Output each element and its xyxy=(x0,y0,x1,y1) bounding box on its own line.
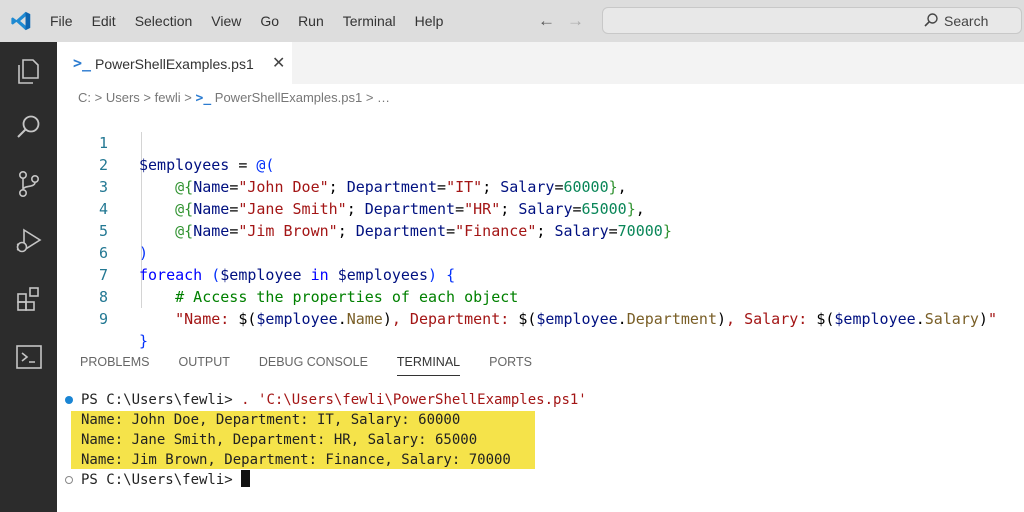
code-line: 3 @{Name="Jane Smith"; Department="HR"; … xyxy=(57,154,645,218)
tab-output[interactable]: OUTPUT xyxy=(178,355,229,376)
code-text: @{Name="John Doe"; Department="IT"; Sala… xyxy=(175,178,627,196)
command-center-search[interactable]: Search xyxy=(602,7,1022,34)
terminal-prompt: PS C:\Users\fewli> xyxy=(81,392,242,408)
chevron-right-icon: > xyxy=(143,90,155,105)
tab-label: PowerShellExamples.ps1 xyxy=(95,56,254,72)
menu-terminal[interactable]: Terminal xyxy=(343,13,396,29)
code-line: 4 @{Name="Jim Brown"; Department="Financ… xyxy=(57,176,672,240)
code-text: "Name: $($employee.Name), Department: $(… xyxy=(175,310,997,328)
vscode-logo-icon xyxy=(11,11,31,31)
code-text: $employees = @( xyxy=(139,156,275,174)
breadcrumb-item[interactable]: fewli xyxy=(155,90,181,105)
run-debug-icon[interactable] xyxy=(14,226,44,256)
breadcrumb-item[interactable]: … xyxy=(377,90,390,105)
terminal-command: . 'C:\Users\fewli\PowerShellExamples.ps1… xyxy=(241,392,587,408)
code-text: ) xyxy=(139,244,149,262)
code-line: 8 "Name: $($employee.Name), Department: … xyxy=(57,264,997,328)
menu-selection[interactable]: Selection xyxy=(135,13,193,29)
terminal-output-line: Name: Jim Brown, Department: Finance, Sa… xyxy=(81,452,511,468)
back-arrow-icon[interactable]: ← xyxy=(538,11,555,30)
terminal-output-line: Name: Jane Smith, Department: HR, Salary… xyxy=(81,432,478,448)
breadcrumb-item[interactable]: C: xyxy=(78,90,91,105)
code-line: 7 # Access the properties of each object xyxy=(57,242,518,306)
close-icon[interactable]: ✕ xyxy=(272,53,285,73)
line-number: 9 xyxy=(98,310,108,328)
panel-tabs: PROBLEMS OUTPUT DEBUG CONSOLE TERMINAL P… xyxy=(80,355,561,376)
menu-help[interactable]: Help xyxy=(415,13,444,29)
chevron-right-icon: > xyxy=(94,90,106,105)
activity-bar xyxy=(0,42,57,512)
tab-problems[interactable]: PROBLEMS xyxy=(80,355,149,376)
terminal-command-line: PS C:\Users\fewli> . 'C:\Users\fewli\Pow… xyxy=(81,390,587,410)
menu-edit[interactable]: Edit xyxy=(92,13,116,29)
code-editor[interactable]: 1 $employees = @( 2 @{Name="John Doe"; D… xyxy=(57,110,1024,350)
menu-view[interactable]: View xyxy=(211,13,241,29)
tab-powershell-examples[interactable]: >_ PowerShellExamples.ps1 ✕ xyxy=(57,42,292,84)
code-line: 9 } xyxy=(57,286,148,350)
menu-go[interactable]: Go xyxy=(260,13,279,29)
terminal-icon[interactable] xyxy=(14,342,44,372)
breadcrumb-item[interactable]: Users xyxy=(106,90,140,105)
code-line: 1 $employees = @( xyxy=(57,110,275,174)
code-line: 6 foreach ($employee in $employees) { xyxy=(57,220,455,284)
explorer-icon[interactable] xyxy=(14,56,44,86)
menu-file[interactable]: File xyxy=(50,13,73,29)
terminal-output-line: Name: John Doe, Department: IT, Salary: … xyxy=(81,412,461,428)
code-text: @{Name="Jim Brown"; Department="Finance"… xyxy=(175,222,672,240)
tab-debug-console[interactable]: DEBUG CONSOLE xyxy=(259,355,368,376)
search-icon xyxy=(924,13,938,27)
powershell-file-icon: >_ xyxy=(73,54,92,72)
title-bar: File Edit Selection View Go Run Terminal… xyxy=(0,0,1024,42)
tab-ports[interactable]: PORTS xyxy=(489,355,532,376)
menu-bar: File Edit Selection View Go Run Terminal… xyxy=(50,0,462,42)
code-text: } xyxy=(139,332,149,350)
code-line: 2 @{Name="John Doe"; Department="IT"; Sa… xyxy=(57,132,627,196)
code-text: # Access the properties of each object xyxy=(175,288,519,306)
powershell-file-icon: >_ xyxy=(195,91,212,106)
breadcrumb: C: > Users > fewli > >_ PowerShellExampl… xyxy=(78,90,390,106)
breadcrumb-item[interactable]: PowerShellExamples.ps1 xyxy=(215,90,362,105)
terminal-prompt: PS C:\Users\fewli> xyxy=(81,472,242,488)
editor-tab-bar: >_ PowerShellExamples.ps1 ✕ xyxy=(57,42,1024,84)
chevron-right-icon: > xyxy=(365,90,378,105)
menu-run[interactable]: Run xyxy=(298,13,324,29)
command-pending-icon[interactable] xyxy=(65,476,73,484)
source-control-icon[interactable] xyxy=(14,169,44,199)
code-line: 5 ) xyxy=(57,198,148,262)
command-success-icon[interactable] xyxy=(65,396,73,404)
extensions-icon[interactable] xyxy=(14,284,44,314)
search-label: Search xyxy=(944,13,989,29)
nav-arrows: ← → xyxy=(538,11,584,31)
forward-arrow-icon[interactable]: → xyxy=(567,11,584,30)
terminal-cursor xyxy=(241,470,251,487)
terminal-prompt-line: PS C:\Users\fewli> xyxy=(81,470,251,490)
code-text: foreach ($employee in $employees) { xyxy=(139,266,456,284)
chevron-right-icon: > xyxy=(184,90,196,105)
code-text: @{Name="Jane Smith"; Department="HR"; Sa… xyxy=(175,200,645,218)
search-icon[interactable] xyxy=(14,112,44,142)
tab-terminal[interactable]: TERMINAL xyxy=(396,355,461,376)
